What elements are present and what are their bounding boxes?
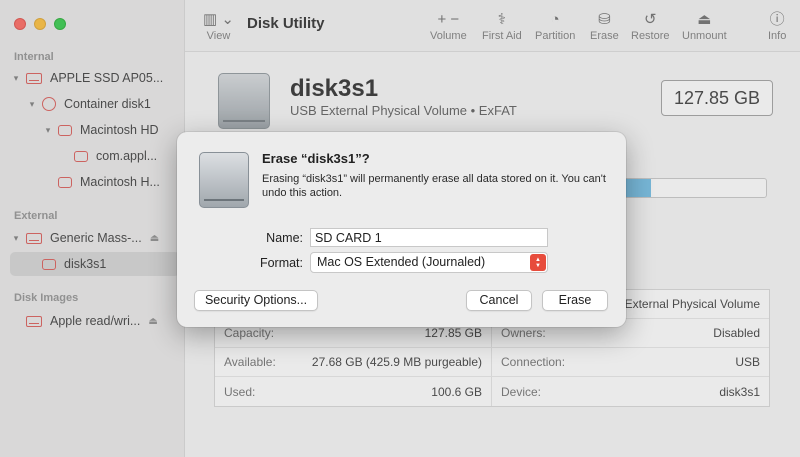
erase-confirm-button[interactable]: Erase (542, 290, 608, 311)
disk-utility-window: Internal ▾ APPLE SSD AP05... ▾ Container… (0, 0, 800, 457)
format-selected-value: Mac OS Extended (Journaled) (317, 255, 486, 269)
name-label: Name: (266, 231, 303, 245)
name-input[interactable] (310, 228, 548, 247)
format-label: Format: (259, 256, 303, 270)
cancel-button[interactable]: Cancel (466, 290, 532, 311)
erase-dialog: Erase “disk3s1”? Erasing “disk3s1” will … (177, 132, 626, 327)
dialog-message: Erasing “disk3s1” will permanently erase… (262, 173, 606, 199)
security-options-button[interactable]: Security Options... (194, 290, 318, 311)
chevron-up-down-icon[interactable]: ▲ ▼ (530, 254, 546, 271)
external-drive-icon (199, 152, 249, 208)
dialog-title: Erase “disk3s1”? (262, 151, 370, 166)
format-select[interactable]: Mac OS Extended (Journaled) ▲ ▼ (310, 252, 548, 273)
